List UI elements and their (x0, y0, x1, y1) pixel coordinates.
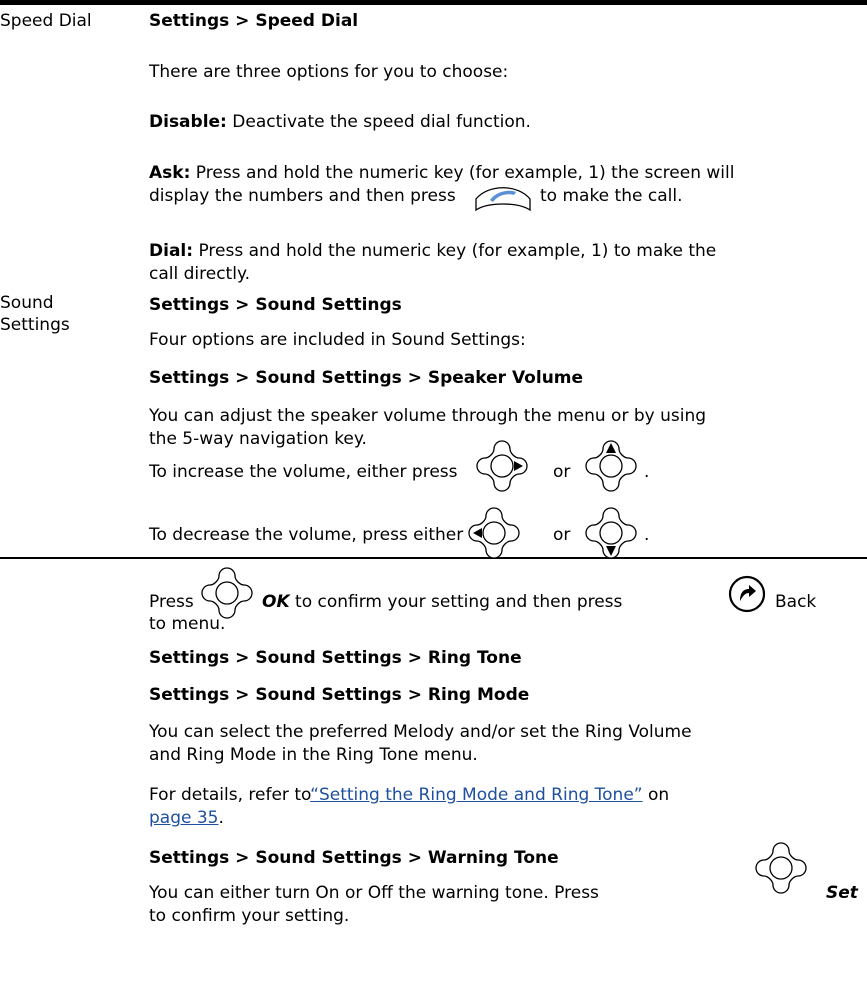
top-rule (0, 0, 867, 5)
nav-center-ok-icon (201, 567, 253, 619)
term-sound-line-1: Sound (0, 293, 54, 313)
ring-mode-heading: Settings > Sound Settings > Ring Mode (149, 685, 530, 705)
ask-line-2a: display the numbers and then press (149, 186, 456, 206)
or-text-1: or (553, 462, 571, 482)
speaker-volume-heading: Settings > Sound Settings > Speaker Volu… (149, 368, 584, 388)
speed-dial-heading: Settings > Speed Dial (149, 11, 359, 31)
speed-dial-intro: There are three options for you to choos… (149, 62, 509, 82)
details-on: on (642, 785, 670, 805)
page-period: . (218, 808, 224, 828)
details-line: For details, refer to“Setting the Ring M… (149, 785, 669, 806)
details-prefix: For details, refer to (149, 785, 311, 805)
set-label: Set (826, 883, 858, 903)
nav-up-icon (585, 440, 637, 492)
option-text: Press and hold the numeric key (for exam… (190, 163, 735, 183)
warning-tone-heading: Settings > Sound Settings > Warning Tone (149, 848, 559, 868)
ring-text-1: You can select the preferred Melody and/… (149, 722, 692, 742)
press-word: Press (149, 592, 194, 612)
page-link-line: page 35. (149, 808, 224, 829)
nav-right-icon (476, 440, 528, 492)
page-35-link[interactable]: page 35 (149, 808, 219, 828)
option-dial: Dial: Press and hold the numeric key (fo… (149, 241, 716, 262)
sound-settings-heading: Settings > Sound Settings (149, 295, 402, 315)
nav-left-icon (468, 507, 520, 559)
ring-mode-tone-link[interactable]: “Setting the Ring Mode and Ring Tone” (310, 785, 642, 805)
sound-settings-intro: Four options are included in Sound Setti… (149, 330, 526, 350)
confirm-text: to confirm your setting and then press (295, 592, 623, 612)
ask-line-2b: to make the call. (540, 186, 683, 206)
back-key-icon (728, 575, 766, 613)
option-ask: Ask: Press and hold the numeric key (for… (149, 163, 734, 184)
dial-line-2: call directly. (149, 264, 250, 284)
call-key-icon (475, 187, 531, 212)
warning-text-1: You can either turn On or Off the warnin… (149, 883, 599, 903)
decrease-text: To decrease the volume, press either (149, 525, 464, 545)
back-word: Back (775, 592, 817, 612)
option-disable: Disable: Deactivate the speed dial funct… (149, 112, 531, 133)
speaker-text-1: You can adjust the speaker volume throug… (149, 406, 707, 426)
ok-confirm-line: OK to confirm your setting and then pres… (262, 592, 622, 613)
ok-label: OK (262, 592, 290, 612)
ring-text-2: and Ring Mode in the Ring Tone menu. (149, 745, 478, 765)
term-sound-line-2: Settings (0, 315, 70, 335)
option-label: Ask: (149, 163, 191, 183)
option-text: Deactivate the speed dial function. (226, 112, 531, 132)
or-text-2: or (553, 525, 571, 545)
to-menu: to menu. (149, 614, 226, 634)
period-2: . (644, 525, 650, 545)
section-divider (0, 557, 867, 559)
period-1: . (644, 462, 650, 482)
ring-tone-heading: Settings > Sound Settings > Ring Tone (149, 648, 522, 668)
option-text: Press and hold the numeric key (for exam… (193, 241, 717, 261)
warning-text-2: to confirm your setting. (149, 906, 350, 926)
term-speed-dial: Speed Dial (0, 11, 92, 31)
speaker-text-2: the 5-way navigation key. (149, 429, 367, 449)
option-label: Disable: (149, 112, 227, 132)
option-label: Dial: (149, 241, 194, 261)
nav-down-icon (585, 507, 637, 559)
nav-center-set-icon (755, 842, 807, 894)
increase-text: To increase the volume, either press (149, 462, 458, 482)
